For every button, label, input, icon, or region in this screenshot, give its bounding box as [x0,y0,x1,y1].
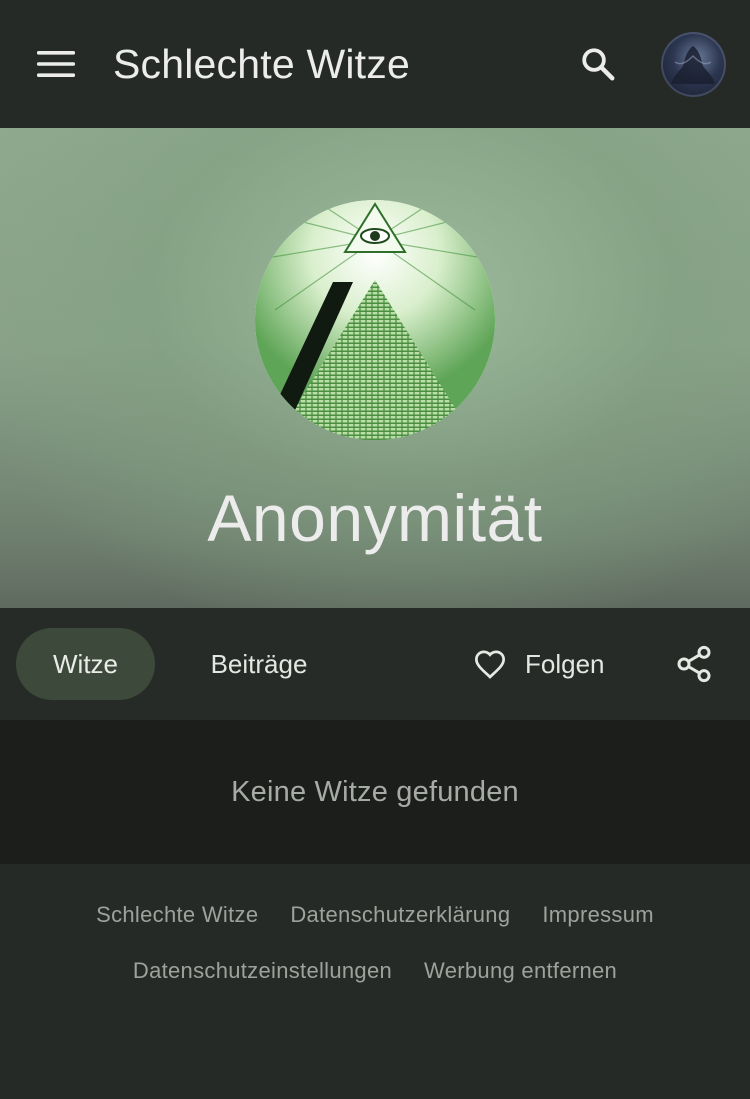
tab-beitraege[interactable]: Beiträge [180,628,338,700]
search-icon [582,48,615,81]
footer-links-row-1: Schlechte Witze Datenschutzerklärung Imp… [0,902,750,928]
topic-emblem-image [255,200,495,440]
follow-button[interactable]: Folgen [462,628,630,700]
app-title[interactable]: Schlechte Witze [113,38,410,90]
topic-hero: Anonymität [0,128,750,608]
empty-state-message: Keine Witze gefunden [231,775,519,808]
search-button[interactable] [572,40,624,88]
footer-link-privacy-settings[interactable]: Datenschutzeinstellungen [133,958,392,984]
topic-tab-bar: Witze Beiträge Folgen [0,608,750,720]
footer-link-imprint[interactable]: Impressum [542,902,654,928]
avatar-figure-icon [671,46,715,84]
share-button[interactable] [666,636,722,692]
topic-title: Anonymität [207,481,543,555]
user-avatar[interactable] [661,32,726,97]
pyramid-eye-emblem [255,200,495,440]
jokes-list-empty: Keine Witze gefunden [0,720,750,864]
app-bar: Schlechte Witze [0,0,750,128]
footer-links-row-2: Datenschutzeinstellungen Werbung entfern… [0,958,750,984]
menu-icon [37,51,75,77]
tab-witze[interactable]: Witze [16,628,155,700]
share-icon [677,645,711,683]
heart-outline-icon [462,628,518,700]
follow-label: Folgen [525,648,605,679]
footer-link-privacy-policy[interactable]: Datenschutzerklärung [290,902,510,928]
footer-link-remove-ads[interactable]: Werbung entfernen [424,958,617,984]
site-footer: Schlechte Witze Datenschutzerklärung Imp… [0,864,750,1099]
footer-link-home[interactable]: Schlechte Witze [96,902,258,928]
menu-button[interactable] [30,40,82,88]
